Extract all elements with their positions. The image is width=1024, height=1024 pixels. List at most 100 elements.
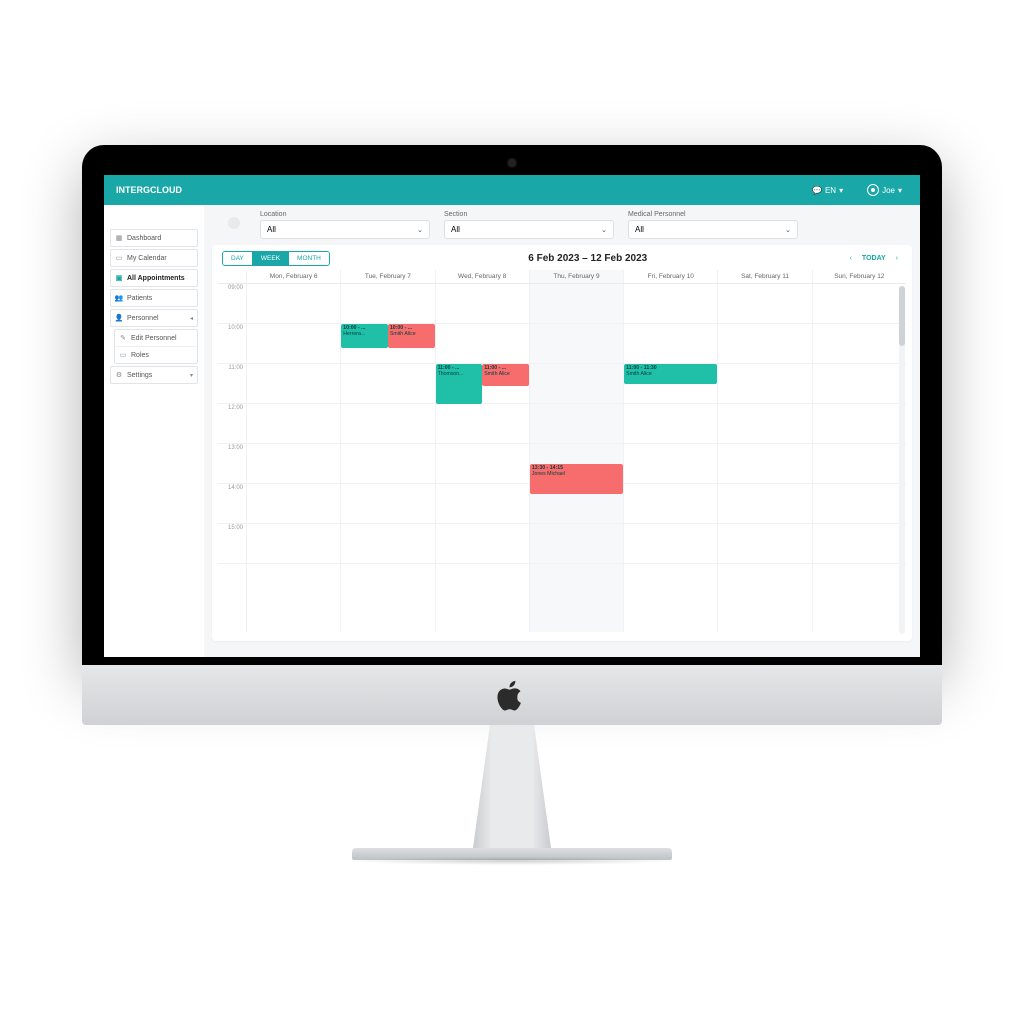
user-menu[interactable]: Joe ▾ [861,182,908,198]
sidebar-item-roles[interactable]: ▭ Roles [115,347,197,363]
chat-icon: 💬 [812,186,822,195]
collapse-sidebar-button[interactable] [228,217,240,229]
calendar-check-icon: ▣ [115,274,123,282]
time-label: 12:00 [218,404,246,444]
time-gutter: 09:00 10:00 11:00 12:00 13:00 14:00 15:0… [218,284,246,632]
event-name: Smith Alice [484,371,527,377]
view-switch: DAY WEEK MONTH [222,251,330,266]
view-week-button[interactable]: WEEK [253,252,289,265]
appointment-event[interactable]: 11:00 - ...Thomson... [436,364,483,404]
calendar-scrollbar[interactable] [899,286,905,634]
day-header: Wed, February 8 [435,270,529,283]
calendar-nav: ‹ TODAY › [846,253,902,264]
sidebar-item-label: Personnel [127,315,159,322]
time-label: 14:00 [218,484,246,524]
appointment-event[interactable]: 11:00 - 11:30Smith Alice [624,364,717,384]
chevron-left-icon: ◂ [190,315,193,322]
appointment-event[interactable]: 13:30 - 14:15Jones Michael [530,464,623,494]
prev-week-button[interactable]: ‹ [846,253,856,264]
event-name: Herrera... [343,331,386,337]
calendar-range-title: 6 Feb 2023 – 12 Feb 2023 [330,253,846,264]
day-header: Mon, February 6 [246,270,340,283]
select-value: All [635,225,644,234]
user-name: Joe [882,186,895,195]
location-select[interactable]: All ⌄ [260,220,430,239]
day-header-today: Thu, February 9 [529,270,623,283]
select-caret-icon: ⌄ [601,226,607,234]
calendar-card: DAY WEEK MONTH 6 Feb 2023 – 12 Feb 2023 … [212,245,912,641]
time-label: 13:00 [218,444,246,484]
language-label: EN [825,186,836,195]
appointment-event[interactable]: 10:00 - ...Herrera... [341,324,388,348]
day-column[interactable]: 10:00 - ...Herrera...10:00 - ...Smith Al… [340,284,434,632]
event-name: Smith Alice [390,331,433,337]
sidebar-item-label: All Appointments [127,275,185,282]
sidebar-personnel-submenu: ✎ Edit Personnel ▭ Roles [114,329,198,364]
apple-logo-icon [497,679,527,713]
sidebar-item-label: Patients [127,295,152,302]
view-month-button[interactable]: MONTH [289,252,329,265]
filter-label-location: Location [260,211,430,218]
people-icon: 👥 [115,294,123,302]
calendar-body: 09:00 10:00 11:00 12:00 13:00 14:00 15:0… [218,284,906,632]
filter-label-medical: Medical Personnel [628,211,798,218]
sidebar-item-all-appointments[interactable]: ▣ All Appointments [110,269,198,287]
person-icon: 👤 [115,314,123,322]
day-column[interactable] [717,284,811,632]
screen: INTERGCLOUD 💬 EN ▾ Joe ▾ ▦ [104,175,920,657]
camera-dot [508,159,516,167]
chevron-down-icon: ▾ [190,372,193,379]
time-label: 09:00 [218,284,246,324]
calendar-grid: Mon, February 6 Tue, February 7 Wed, Feb… [218,270,906,634]
today-button[interactable]: TODAY [862,255,886,262]
sidebar-item-label: My Calendar [127,255,167,262]
sidebar-item-patients[interactable]: 👥 Patients [110,289,198,307]
select-value: All [451,225,460,234]
view-day-button[interactable]: DAY [223,252,253,265]
time-label: 15:00 [218,524,246,564]
chevron-down-icon: ▾ [898,186,902,195]
chevron-down-icon: ▾ [839,186,843,195]
appointment-event[interactable]: 11:00 - ...Smith Alice [482,364,529,386]
sidebar-item-settings[interactable]: ⚙ Settings ▾ [110,366,198,384]
day-header: Tue, February 7 [340,270,434,283]
select-caret-icon: ⌄ [417,226,423,234]
day-column[interactable] [246,284,340,632]
appointment-event[interactable]: 10:00 - ...Smith Alice [388,324,435,348]
language-selector[interactable]: 💬 EN ▾ [806,184,849,197]
day-column[interactable]: 11:00 - ...Thomson...11:00 - ...Smith Al… [435,284,529,632]
time-label: 11:00 [218,364,246,404]
sidebar-item-personnel[interactable]: 👤 Personnel ◂ [110,309,198,327]
event-name: Jones Michael [532,471,621,477]
sidebar-item-label: Settings [127,372,152,379]
next-week-button[interactable]: › [892,253,902,264]
medical-personnel-select[interactable]: All ⌄ [628,220,798,239]
filter-bar: Location All ⌄ Section All ⌄ [212,211,912,239]
time-label: 10:00 [218,324,246,364]
app-body: ▦ Dashboard ▭ My Calendar ▣ All Appointm… [104,205,920,657]
sidebar: ▦ Dashboard ▭ My Calendar ▣ All Appointm… [104,205,204,657]
day-column-today[interactable]: 13:30 - 14:15Jones Michael [529,284,623,632]
sidebar-item-dashboard[interactable]: ▦ Dashboard [110,229,198,247]
day-header: Fri, February 10 [623,270,717,283]
select-caret-icon: ⌄ [785,226,791,234]
day-column[interactable]: 11:00 - 11:30Smith Alice [623,284,717,632]
section-select[interactable]: All ⌄ [444,220,614,239]
edit-icon: ✎ [119,334,127,342]
user-avatar-icon [867,184,879,196]
top-header: INTERGCLOUD 💬 EN ▾ Joe ▾ [104,175,920,205]
scroll-thumb[interactable] [899,286,905,346]
sidebar-item-label: Roles [131,352,149,359]
monitor-chin [82,665,942,725]
id-icon: ▭ [119,351,127,359]
sidebar-item-my-calendar[interactable]: ▭ My Calendar [110,249,198,267]
calendar-day-headers: Mon, February 6 Tue, February 7 Wed, Feb… [218,270,906,284]
event-name: Smith Alice [626,371,715,377]
sidebar-item-edit-personnel[interactable]: ✎ Edit Personnel [115,330,197,347]
event-name: Thomson... [438,371,481,377]
brand-name: INTERGCLOUD [116,185,182,195]
main-content: Location All ⌄ Section All ⌄ [204,205,920,657]
monitor-shadow [342,857,682,865]
filter-label-section: Section [444,211,614,218]
day-column[interactable] [812,284,906,632]
